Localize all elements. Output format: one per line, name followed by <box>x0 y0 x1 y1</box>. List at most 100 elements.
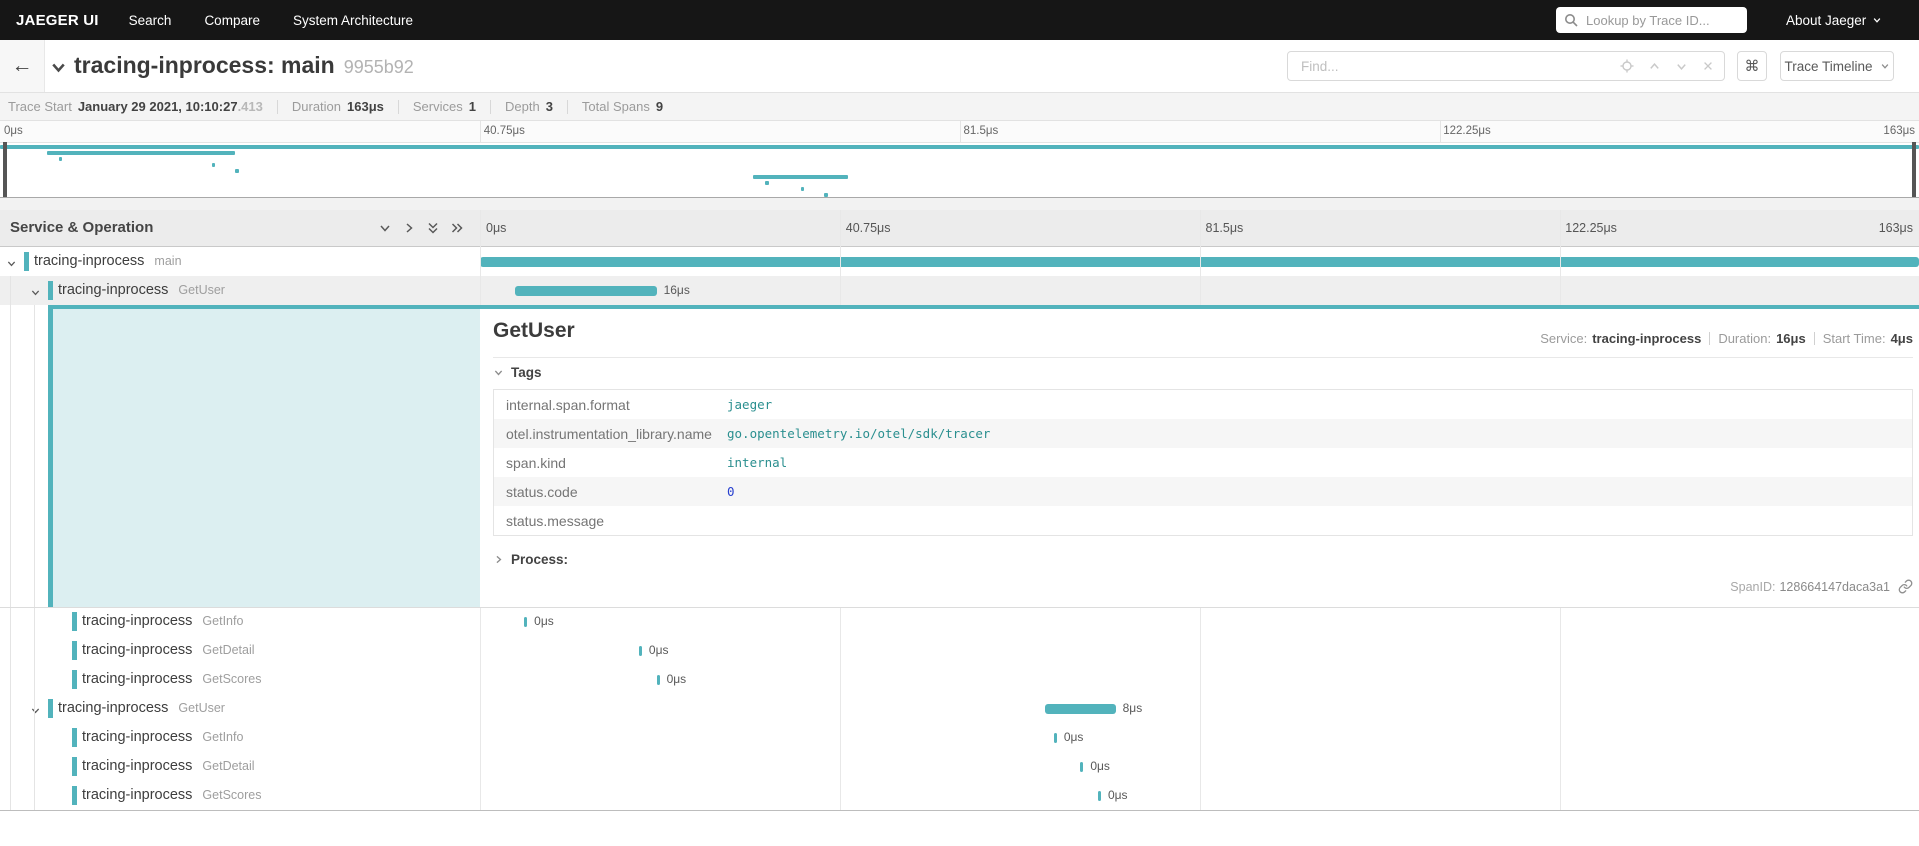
expand-all-double-chevron-down-icon[interactable] <box>426 221 440 240</box>
tags-section-label: Tags <box>511 365 542 380</box>
span-id-row: SpanID: 128664147daca3a1 <box>1730 579 1913 594</box>
tag-row[interactable]: otel.instrumentation_library.namego.open… <box>494 419 1912 448</box>
trace-title: tracing-inprocess: main9955b92 <box>74 52 414 79</box>
summary-value: 9 <box>656 99 663 114</box>
tag-row[interactable]: span.kindinternal <box>494 448 1912 477</box>
nav-item-compare[interactable]: Compare <box>204 13 260 28</box>
row-collapse-chevron-icon[interactable] <box>30 703 41 721</box>
span-id-label: SpanID: <box>1730 580 1775 594</box>
keyboard-shortcuts-button[interactable]: ⌘ <box>1737 51 1767 81</box>
span-duration-bar[interactable] <box>1054 733 1057 743</box>
find-input[interactable] <box>1299 58 1620 75</box>
view-type-select[interactable]: Trace Timeline <box>1780 51 1894 81</box>
find-box[interactable] <box>1287 51 1725 81</box>
span-id-value: 128664147daca3a1 <box>1779 580 1890 594</box>
clear-find-x-icon[interactable] <box>1702 60 1714 72</box>
span-service-name[interactable]: tracing-inprocessGetScores <box>82 781 261 810</box>
span-duration-label: 16μs <box>664 276 690 305</box>
detail-indent-backdrop[interactable] <box>53 309 480 607</box>
trace-minimap[interactable] <box>0 142 1919 198</box>
summary-separator <box>277 100 278 114</box>
row-collapse-chevron-icon[interactable] <box>30 285 41 303</box>
minimap-gap <box>0 198 1919 210</box>
timeline-tick-label: 40.75μs <box>846 221 891 235</box>
expand-one-chevron-down-icon[interactable] <box>378 221 392 240</box>
summary-label: Depth <box>505 99 540 114</box>
app-logo[interactable]: JAEGER UI <box>16 12 99 29</box>
link-icon[interactable] <box>1898 579 1913 594</box>
span-duration-bar[interactable] <box>1045 704 1116 714</box>
span-row[interactable]: tracing-inprocessGetDetail0μs <box>0 636 1919 665</box>
about-jaeger-menu[interactable]: About Jaeger <box>1786 0 1882 40</box>
service-value: tracing-inprocess <box>1592 331 1701 346</box>
tags-section-toggle[interactable]: Tags <box>493 365 542 380</box>
summary-value: 3 <box>546 99 553 114</box>
span-service-name[interactable]: tracing-inprocessGetScores <box>82 665 261 694</box>
span-duration-bar[interactable] <box>657 675 660 685</box>
nav-item-search[interactable]: Search <box>129 13 172 28</box>
top-nav: JAEGER UI Search Compare System Architectu… <box>0 0 1919 40</box>
span-row[interactable]: tracing-inprocessmain <box>0 247 1919 276</box>
span-service-name[interactable]: tracing-inprocessGetUser <box>58 276 225 305</box>
summary-value: 1 <box>469 99 476 114</box>
span-duration-bar[interactable] <box>524 617 527 627</box>
span-operation-name: GetScores <box>202 672 261 686</box>
summary-label: Services <box>413 99 463 114</box>
prev-match-chevron-up-icon[interactable] <box>1648 60 1661 73</box>
process-section-toggle[interactable]: Process: <box>493 552 568 567</box>
chevron-down-icon <box>493 367 504 378</box>
trace-collapse-chevron-icon[interactable] <box>48 57 69 83</box>
crosshair-icon[interactable] <box>1620 59 1634 73</box>
span-duration-bar[interactable] <box>639 646 642 656</box>
chevron-down-icon <box>1872 15 1882 25</box>
minimap-tick-label: 163μs <box>1883 125 1915 137</box>
tag-key: internal.span.format <box>494 397 727 413</box>
span-duration-bar[interactable] <box>1080 762 1083 772</box>
span-service-name[interactable]: tracing-inprocessGetDetail <box>82 636 255 665</box>
span-duration-bar[interactable] <box>1098 791 1101 801</box>
span-row[interactable]: tracing-inprocessGetScores0μs <box>0 665 1919 694</box>
span-color-accent <box>72 728 77 747</box>
timeline-header: Service & Operation 0μs40.75μs81.5μs122.… <box>0 210 1919 247</box>
summary-separator <box>567 100 568 114</box>
span-service-name[interactable]: tracing-inprocessGetUser <box>58 694 225 723</box>
back-arrow-icon: ← <box>12 54 33 78</box>
span-service-name[interactable]: tracing-inprocessmain <box>34 247 182 276</box>
span-row[interactable]: tracing-inprocessGetUser 16μs <box>0 276 1919 305</box>
summary-label: Trace Start <box>8 99 72 114</box>
tag-key: span.kind <box>494 455 727 471</box>
span-service-name[interactable]: tracing-inprocessGetDetail <box>82 752 255 781</box>
tag-row[interactable]: internal.span.formatjaeger <box>494 390 1912 419</box>
collapse-all-double-chevron-right-icon[interactable] <box>450 221 464 240</box>
minimap-left-drag-handle[interactable] <box>3 142 7 197</box>
row-collapse-chevron-icon[interactable] <box>6 256 17 274</box>
minimap-tick-label: 81.5μs <box>964 125 999 137</box>
trace-id-lookup[interactable] <box>1556 7 1747 33</box>
indent-guide <box>34 305 35 810</box>
tag-key: status.message <box>494 513 727 529</box>
lookup-input[interactable] <box>1584 12 1738 29</box>
span-row[interactable]: tracing-inprocessGetDetail0μs <box>0 752 1919 781</box>
summary-value: January 29 2021, 10:10:27 <box>78 99 238 114</box>
span-operation-name: main <box>154 254 181 268</box>
timeline-bottom-border <box>0 810 1919 811</box>
span-service-name[interactable]: tracing-inprocessGetInfo <box>82 607 243 636</box>
span-color-accent <box>48 281 53 300</box>
nav-menu: Search Compare System Architecture <box>129 13 413 28</box>
view-type-label: Trace Timeline <box>1784 59 1872 74</box>
tag-row[interactable]: status.code0 <box>494 477 1912 506</box>
span-color-accent <box>72 612 77 631</box>
span-row[interactable]: tracing-inprocessGetInfo0μs <box>0 723 1919 752</box>
back-button[interactable]: ← <box>0 40 45 92</box>
span-duration-bar[interactable] <box>515 286 656 296</box>
span-row[interactable]: tracing-inprocessGetInfo0μs <box>0 607 1919 636</box>
collapse-one-chevron-right-icon[interactable] <box>402 221 416 240</box>
span-operation-name: GetDetail <box>202 643 254 657</box>
span-row[interactable]: tracing-inprocessGetUser8μs <box>0 694 1919 723</box>
next-match-chevron-down-icon[interactable] <box>1675 60 1688 73</box>
nav-item-system-architecture[interactable]: System Architecture <box>293 13 413 28</box>
tag-row[interactable]: status.message <box>494 506 1912 535</box>
minimap-right-drag-handle[interactable] <box>1912 142 1916 197</box>
span-service-name[interactable]: tracing-inprocessGetInfo <box>82 723 243 752</box>
span-row[interactable]: tracing-inprocessGetScores0μs <box>0 781 1919 810</box>
